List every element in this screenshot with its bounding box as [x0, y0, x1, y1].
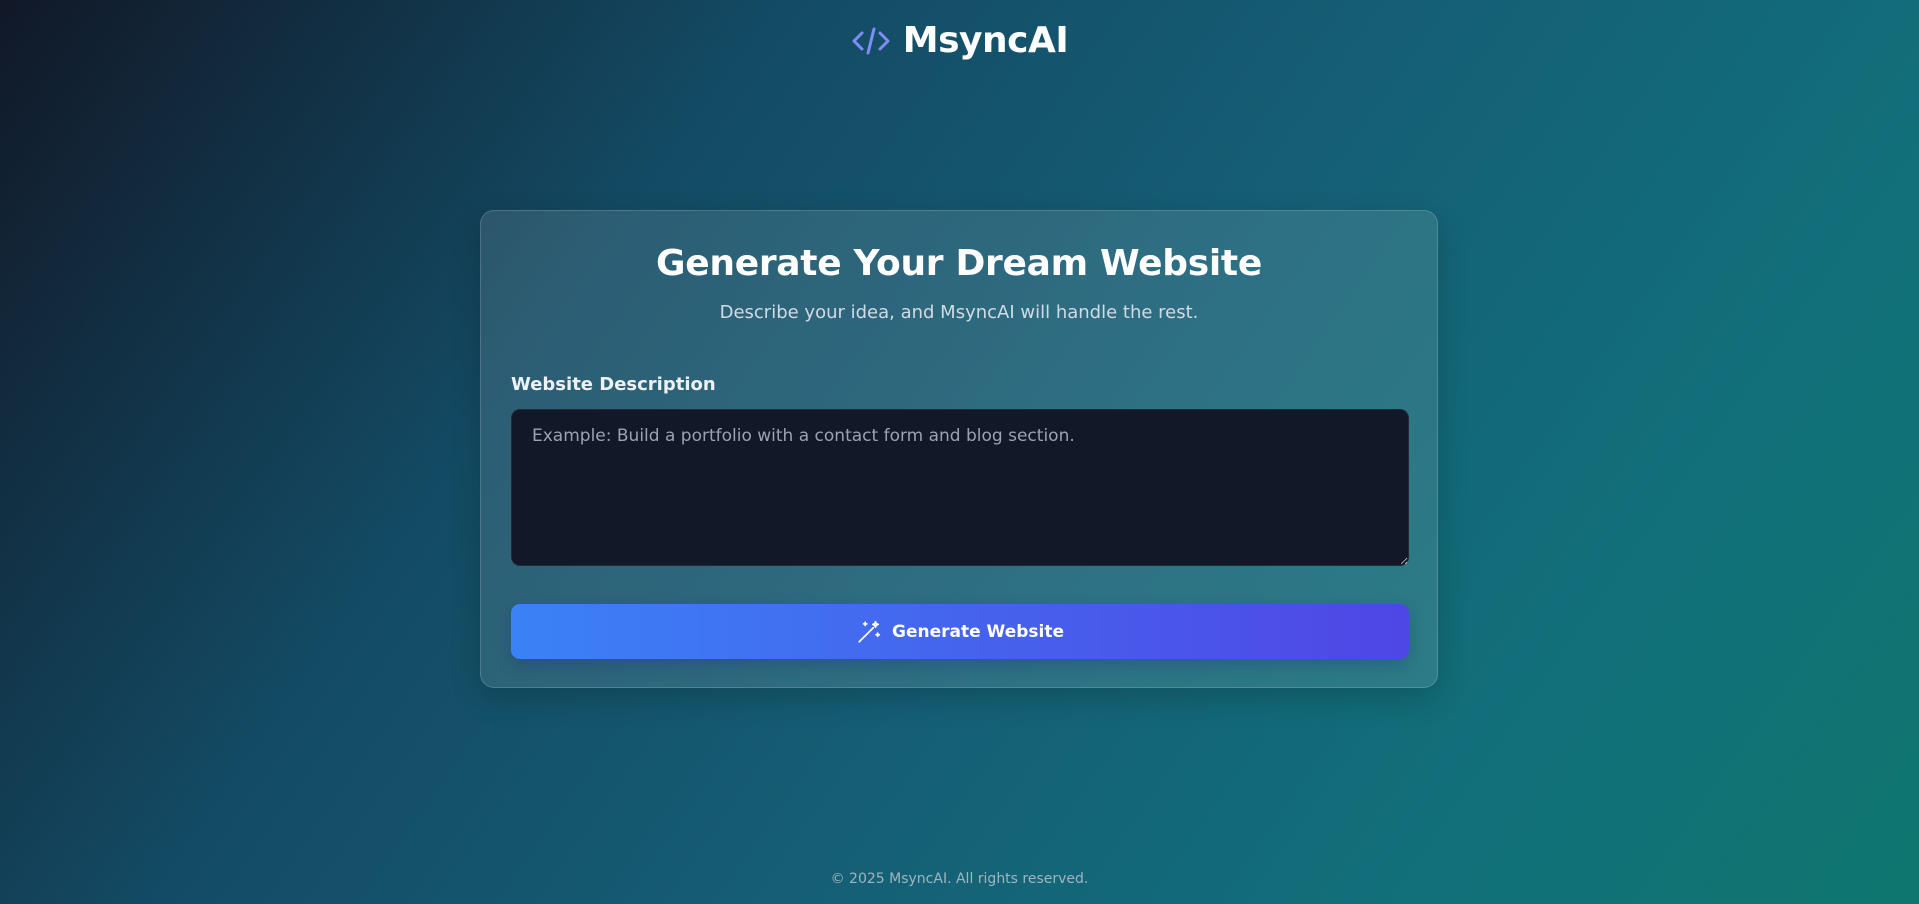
website-description-label: Website Description — [511, 374, 716, 395]
brand-title: MsyncAI — [902, 20, 1069, 61]
generate-website-button[interactable]: Generate Website — [511, 604, 1409, 659]
generator-card: Generate Your Dream Website Describe you… — [480, 210, 1438, 688]
card-subtitle: Describe your idea, and MsyncAI will han… — [719, 302, 1199, 323]
code-icon — [851, 21, 891, 61]
footer-copyright: © 2025 MsyncAI. All rights reserved. — [830, 871, 1089, 887]
magic-wand-icon — [856, 619, 882, 645]
site-header: MsyncAI — [0, 20, 1919, 61]
generate-website-label: Generate Website — [892, 621, 1064, 642]
card-title: Generate Your Dream Website — [656, 243, 1262, 284]
website-description-input[interactable] — [511, 409, 1409, 566]
